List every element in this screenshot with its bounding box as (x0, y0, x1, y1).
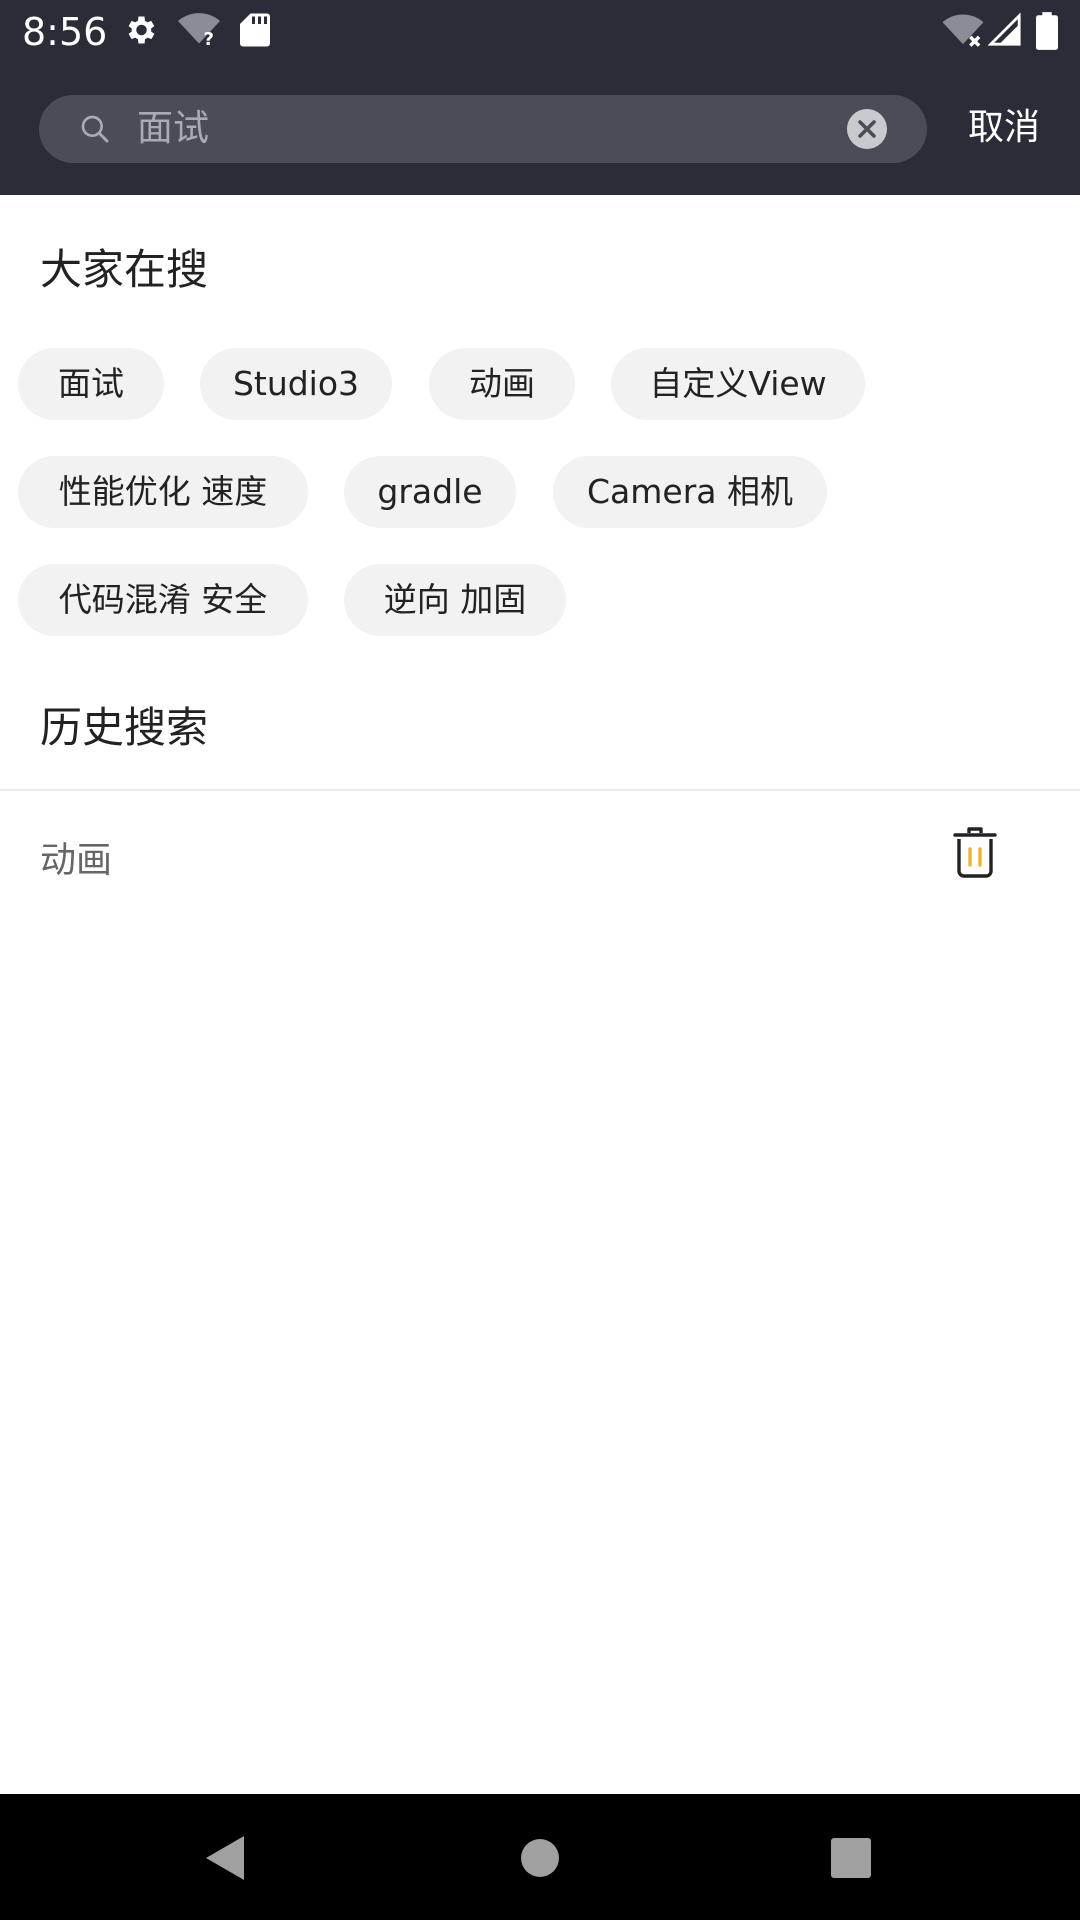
status-time: 8:56 (22, 10, 108, 54)
sd-card-icon (240, 13, 270, 47)
cell-signal-icon (988, 12, 1021, 46)
search-box[interactable] (39, 95, 927, 163)
hot-tag[interactable]: 面试 (18, 348, 164, 420)
back-icon[interactable] (204, 1834, 246, 1882)
hot-tag[interactable]: Camera 相机 (553, 456, 827, 528)
search-input[interactable] (137, 95, 857, 163)
hot-tag[interactable]: 自定义View (611, 348, 865, 420)
history-item-label: 动画 (40, 840, 113, 881)
cancel-button[interactable]: 取消 (968, 98, 1040, 158)
search-icon (81, 115, 109, 143)
wifi-off-icon (942, 14, 984, 47)
hot-searches-title: 大家在搜 (40, 245, 209, 294)
clear-search-icon[interactable] (847, 109, 887, 149)
history-item[interactable]: 动画 (0, 791, 1080, 921)
battery-icon (1036, 12, 1058, 50)
trash-icon[interactable] (952, 827, 998, 879)
status-bar: 8:56 ? (0, 0, 1080, 64)
hot-tag[interactable]: 性能优化 速度 (18, 456, 308, 528)
settings-gear-icon (128, 16, 155, 44)
hot-tag[interactable]: 代码混淆 安全 (18, 564, 308, 636)
hot-tag[interactable]: 动画 (429, 348, 575, 420)
hot-tag[interactable]: Studio3 (200, 348, 392, 420)
navigation-bar (0, 1794, 1080, 1920)
search-header: 取消 (0, 64, 1080, 195)
home-icon[interactable] (520, 1838, 560, 1878)
hot-tag[interactable]: 逆向 加固 (344, 564, 566, 636)
recents-icon[interactable] (831, 1838, 871, 1878)
svg-text:?: ? (204, 29, 214, 48)
history-title: 历史搜索 (40, 703, 209, 752)
wifi-question-icon: ? (178, 13, 220, 48)
hot-tag[interactable]: gradle (344, 456, 516, 528)
